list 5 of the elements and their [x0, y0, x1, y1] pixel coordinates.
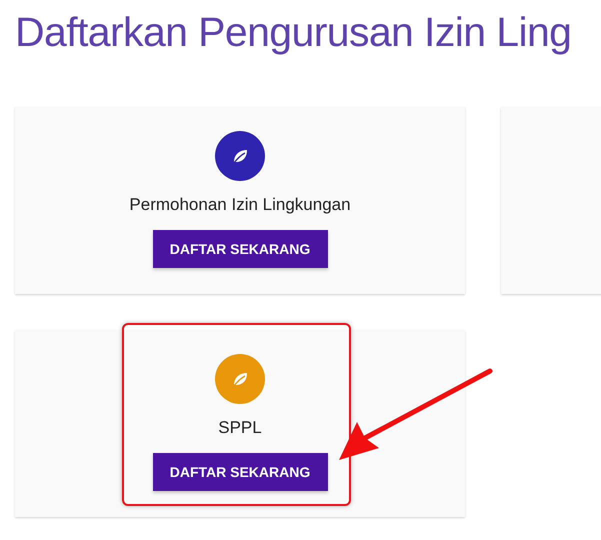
page-title: Daftarkan Pengurusan Izin Ling	[14, 8, 572, 57]
card-title: SPPL	[218, 418, 262, 438]
register-button[interactable]: DAFTAR SEKARANG	[152, 453, 328, 491]
card-title: Permohonan Izin Lingkungan	[129, 195, 351, 215]
register-button[interactable]: DAFTAR SEKARANG	[152, 230, 328, 268]
